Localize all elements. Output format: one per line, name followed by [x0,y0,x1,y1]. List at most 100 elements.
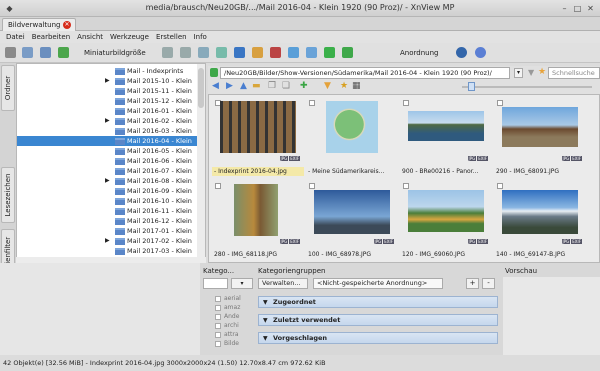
tree-item[interactable]: Mail 2016-07 - Klein [17,166,197,176]
close-icon[interactable]: ✕ [585,3,596,14]
category-item[interactable]: archi [215,321,239,330]
select-icon[interactable] [198,47,209,58]
up-icon[interactable]: ▲ [240,81,247,91]
star-filter-icon[interactable]: ★ [340,81,348,91]
path-dropdown-icon[interactable]: ▾ [514,68,523,78]
convert-icon[interactable] [288,47,299,58]
tree-item[interactable]: Mail 2016-06 - Klein [17,156,197,166]
tab-close-icon[interactable]: ✕ [63,21,71,29]
grid-view-icon[interactable]: ▦ [352,81,361,91]
thumbnail-item[interactable]: JPG EXIF 900 - BRe00216 - Panor... [400,97,492,179]
thumb-checkbox[interactable] [403,100,409,106]
filter-icon-address[interactable]: ▼ [528,68,534,78]
tree-item[interactable]: ▶ Mail 2015-10 - Klein [17,76,197,86]
tree-item[interactable]: Mail 2016-10 - Klein [17,196,197,206]
quick-search-input[interactable]: Schnellsuche [548,67,600,79]
tree-item[interactable]: Mail 2016-03 - Klein [17,126,197,136]
group-zugeordnet[interactable]: ▼ Zugeordnet [258,296,498,308]
sidebar-tab-ordner[interactable]: Ordner [1,65,15,111]
verwalten-button[interactable]: Verwalten... [258,278,308,289]
thumb-checkbox[interactable] [309,100,315,106]
menu-erstellen[interactable]: Erstellen [156,33,187,43]
arrange-label[interactable]: Anordnung [400,49,438,57]
view-mode-icon[interactable] [22,47,33,58]
help-icon[interactable] [475,47,486,58]
expand-arrow-icon[interactable]: ▶ [105,236,110,246]
group-zuletzt-verwendet[interactable]: ▼ Zuletzt verwendet [258,314,498,326]
move-icon[interactable]: ❏ [282,81,290,91]
category-item[interactable]: attra [215,330,239,339]
category-item[interactable]: Bilde [215,339,239,348]
sort-icon[interactable] [58,47,69,58]
tree-item[interactable]: Mail 2016-09 - Klein [17,186,197,196]
menu-werkzeuge[interactable]: Werkzeuge [110,33,149,43]
thumbnail-item[interactable]: JPG EXIF 120 - IMG_69060.JPG [400,180,492,262]
thumb-checkbox[interactable] [403,183,409,189]
arrangement-select[interactable]: <Nicht-gespeicherte Anordnung> [313,278,443,289]
slideshow-icon[interactable] [234,47,245,58]
category-item[interactable]: Ande [215,312,239,321]
menu-datei[interactable]: Datei [6,33,25,43]
tree-scrollbar[interactable] [197,64,205,262]
thumb-checkbox[interactable] [497,183,503,189]
tree-item[interactable]: ▶ Mail 2016-08 - Klein [17,176,197,186]
thumb-size-label[interactable]: Miniaturbildgröße [84,49,146,57]
thumb-checkbox[interactable] [309,183,315,189]
delete-icon[interactable] [270,47,281,58]
filter-icon[interactable] [216,47,227,58]
tree-item[interactable]: Mail - Indexprints [17,66,197,76]
rotate-left-icon[interactable] [162,47,173,58]
thumbnail-item[interactable]: JPG EXIF 290 - IMG_68091.JPG [494,97,586,179]
tree-item[interactable]: Mail 2016-05 - Klein [17,146,197,156]
expand-arrow-icon[interactable]: ▶ [105,176,110,186]
tree-item[interactable]: Mail 2016-04 - Klein [17,136,197,146]
folder-new-icon[interactable]: ▬ [252,81,261,91]
refresh-icon[interactable] [324,47,335,58]
category-item[interactable]: aerial [215,294,241,303]
folder-tree[interactable]: Mail - Indexprints ▶ Mail 2015-10 - Klein M… [16,63,206,263]
remove-group-button[interactable]: - [482,278,495,289]
minimize-icon[interactable]: – [559,3,570,14]
add-group-button[interactable]: + [466,278,479,289]
rotate-right-icon[interactable] [180,47,191,58]
tree-item[interactable]: Mail 2017-03 - Klein [17,246,197,256]
tree-item[interactable]: Mail 2016-12 - Klein [17,216,197,226]
tree-item[interactable]: Mail 2016-01 - Klein [17,106,197,116]
thumb-checkbox[interactable] [215,183,221,189]
category-dropdown[interactable]: ▾ [231,278,253,289]
layout-icon[interactable] [40,47,51,58]
thumbnail-item[interactable]: JPG EXIF 280 - IMG_68118.JPG [212,180,304,262]
sidebar-toggle-icon[interactable] [5,47,16,58]
menu-ansicht[interactable]: Ansicht [77,33,103,43]
slider-handle[interactable] [468,82,475,91]
tree-item[interactable]: ▶ Mail 2017-02 - Klein [17,236,197,246]
batch-icon[interactable] [306,47,317,58]
tab-bildverwaltung[interactable]: Bildverwaltung ✕ [2,18,76,31]
forward-nav-icon[interactable]: ▶ [226,81,233,91]
menu-info[interactable]: Info [194,33,207,43]
category-search-input[interactable] [203,278,228,289]
star-icon[interactable]: ★ [538,67,546,78]
path-input[interactable]: /Neu20GB/Bilder/Show-Versionen/Südamerik… [220,67,510,79]
thumbnail-item[interactable]: JPG EXIF 140 - IMG_69147-B.JPG [494,180,586,262]
forward-icon[interactable] [342,47,353,58]
tree-item[interactable]: Mail 2015-11 - Klein [17,86,197,96]
menu-bearbeiten[interactable]: Bearbeiten [32,33,70,43]
tree-item[interactable]: ▶ Mail 2016-02 - Klein [17,116,197,126]
tag-icon[interactable]: ✚ [300,81,308,91]
settings-gear-icon[interactable] [456,47,467,58]
thumbnail-item[interactable]: JPG EXIF - Indexprint 2016-04.jpg [212,97,304,179]
expand-arrow-icon[interactable]: ▶ [105,76,110,86]
expand-arrow-icon[interactable]: ▶ [105,116,110,126]
funnel-icon[interactable]: ▼ [324,81,331,91]
back-icon[interactable]: ◀ [212,81,219,91]
go-icon[interactable] [210,68,218,77]
sidebar-tab-lesezeichen[interactable]: Lesezeichen [1,167,15,223]
thumb-checkbox[interactable] [497,100,503,106]
thumbnail-item[interactable]: JPG EXIF 100 - IMG_68978.JPG [306,180,398,262]
thumb-size-slider[interactable] [462,86,592,88]
edit-icon[interactable] [252,47,263,58]
group-vorgeschlagen[interactable]: ▼ Vorgeschlagen [258,332,498,344]
copy-icon[interactable]: ❐ [268,81,276,91]
tree-item[interactable]: Mail 2015-12 - Klein [17,96,197,106]
